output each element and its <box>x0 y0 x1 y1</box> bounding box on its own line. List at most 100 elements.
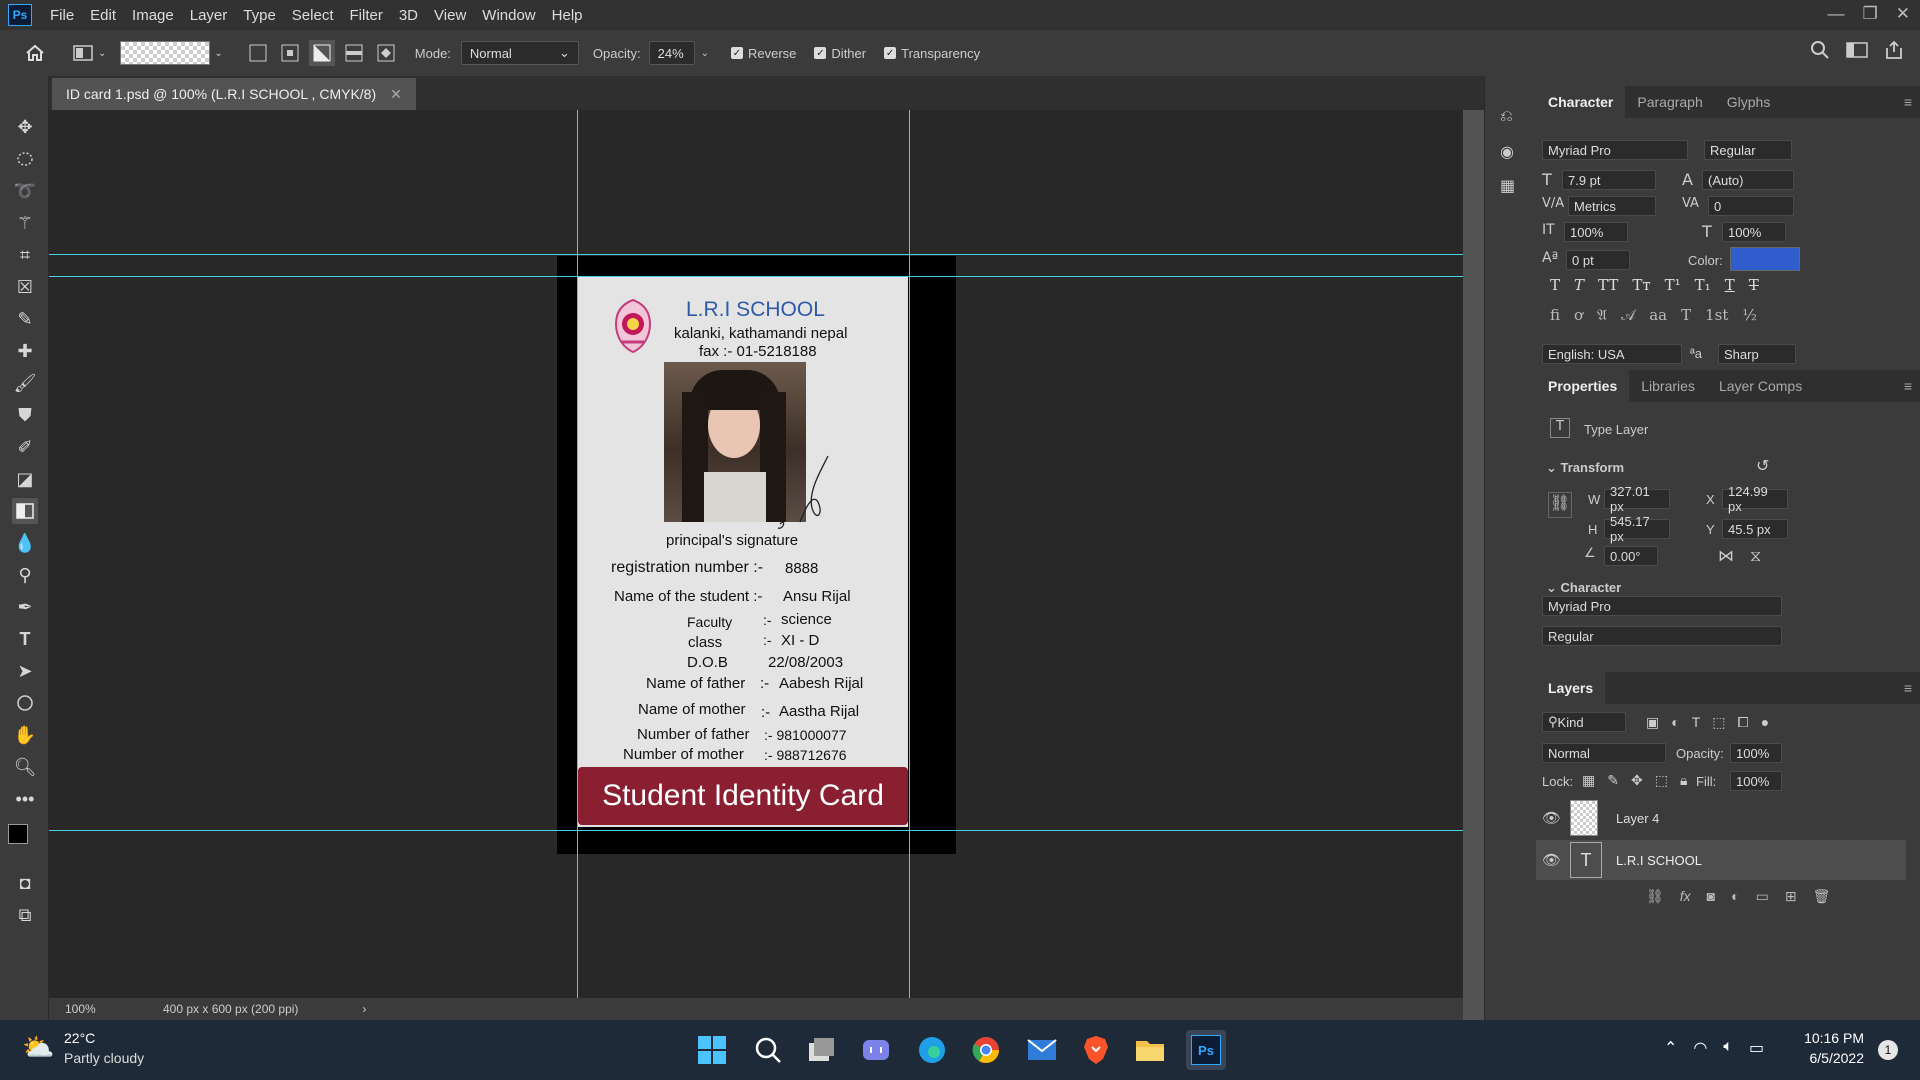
magic-wand-icon[interactable]: ⚚ <box>12 210 38 236</box>
history-icon[interactable]: ⎌ <box>1500 106 1513 126</box>
weather-icon[interactable]: ⛅ <box>22 1032 54 1063</box>
tab-layer-comps[interactable]: Layer Comps <box>1707 370 1814 402</box>
angle-gradient-icon[interactable] <box>308 40 335 66</box>
x-input[interactable]: 124.99 px <box>1722 484 1788 514</box>
antialias-select[interactable]: Sharp <box>1718 344 1796 364</box>
brush-tool-icon[interactable]: 🖌 <box>12 370 38 396</box>
path-selection-icon[interactable]: ➤ <box>12 658 38 684</box>
teams-chat-icon[interactable] <box>856 1030 896 1070</box>
status-arrow-icon[interactable]: › <box>362 1002 366 1016</box>
chevron-down-icon[interactable]: ⌄ <box>214 48 222 59</box>
properties-font-family-select[interactable]: Myriad Pro <box>1542 596 1782 616</box>
type-tool-icon[interactable]: T <box>12 626 38 652</box>
titling-icon[interactable]: aa <box>1649 306 1667 324</box>
all-caps-icon[interactable]: TT <box>1598 276 1618 294</box>
width-input[interactable]: 327.01 px <box>1604 484 1670 514</box>
menu-file[interactable]: File <box>42 7 82 24</box>
brave-browser-icon[interactable] <box>1076 1030 1116 1070</box>
more-tools-icon[interactable]: ••• <box>12 786 38 812</box>
swatches-grid-icon[interactable]: ▦ <box>1500 176 1515 195</box>
new-group-icon[interactable]: ▭ <box>1756 888 1769 905</box>
layer-row-selected[interactable]: 👁︎ T L.R.I SCHOOL <box>1536 840 1906 880</box>
weather-status[interactable]: Partly cloudy <box>64 1050 144 1066</box>
tab-glyphs[interactable]: Glyphs <box>1715 86 1783 118</box>
menu-select[interactable]: Select <box>284 7 342 24</box>
font-style-select[interactable]: Regular <box>1704 140 1792 160</box>
menu-type[interactable]: Type <box>235 7 284 24</box>
filter-smart-object-icon[interactable]: ⧠ <box>1738 714 1749 731</box>
menu-edit[interactable]: Edit <box>82 7 124 24</box>
share-icon[interactable] <box>1884 40 1904 60</box>
file-explorer-icon[interactable] <box>1130 1030 1170 1070</box>
old-style-icon[interactable]: ơ <box>1574 306 1583 324</box>
search-icon[interactable] <box>748 1030 788 1070</box>
angle-input[interactable]: 0.00° <box>1604 546 1658 566</box>
chevron-up-icon[interactable]: ⌃ <box>1664 1038 1677 1058</box>
temperature[interactable]: 22°C <box>64 1030 95 1046</box>
language-select[interactable]: English: USA <box>1542 344 1682 364</box>
chevron-down-icon[interactable]: ⌄ <box>701 48 709 59</box>
transparency-checkbox[interactable]: ✓ Transparency <box>884 46 980 61</box>
history-brush-icon[interactable]: ✐ <box>12 434 38 460</box>
tab-character[interactable]: Character <box>1536 86 1626 118</box>
menu-image[interactable]: Image <box>124 7 182 24</box>
layer-opacity-input[interactable]: 100% <box>1730 743 1782 763</box>
flip-vertical-icon[interactable]: ⧖ <box>1750 546 1761 566</box>
baseline-shift-input[interactable]: 0 pt <box>1566 250 1630 270</box>
gradient-tool-preset-icon[interactable] <box>70 40 96 66</box>
tracking-select[interactable]: 0 <box>1708 196 1794 216</box>
horizontal-guide[interactable] <box>49 276 1463 277</box>
menu-help[interactable]: Help <box>544 7 591 24</box>
stamp-tool-icon[interactable]: ⛊ <box>12 402 38 428</box>
menu-filter[interactable]: Filter <box>342 7 391 24</box>
flip-horizontal-icon[interactable]: ⋈ <box>1718 546 1734 565</box>
text-color-swatch[interactable] <box>1730 247 1800 271</box>
faux-bold-icon[interactable]: T <box>1550 276 1560 294</box>
close-tab-icon[interactable]: ✕ <box>390 86 402 103</box>
superscript-icon[interactable]: T¹ <box>1665 276 1681 294</box>
dodge-tool-icon[interactable]: ⚲ <box>12 562 38 588</box>
menu-3d[interactable]: 3D <box>391 7 426 24</box>
stylistic-alternates-icon[interactable]: 𝒜 <box>1621 306 1635 324</box>
tab-paragraph[interactable]: Paragraph <box>1625 86 1714 118</box>
photoshop-taskbar-icon[interactable]: Ps <box>1186 1030 1226 1070</box>
notification-badge[interactable]: 1 <box>1878 1040 1898 1060</box>
edge-browser-icon[interactable] <box>912 1030 952 1070</box>
dither-checkbox[interactable]: ✓ Dither <box>814 46 866 61</box>
restore-button[interactable]: ❐ <box>1863 4 1878 24</box>
link-icon[interactable]: ⛓ <box>1548 492 1572 518</box>
home-icon[interactable] <box>22 40 48 66</box>
diamond-gradient-icon[interactable] <box>373 40 399 66</box>
zoom-level[interactable]: 100% <box>65 1002 155 1016</box>
blur-tool-icon[interactable]: 💧 <box>12 530 38 556</box>
reverse-checkbox[interactable]: ✓ Reverse <box>731 46 796 61</box>
eraser-tool-icon[interactable]: ◪ <box>12 466 38 492</box>
tab-layers[interactable]: Layers <box>1536 672 1606 704</box>
lock-position-icon[interactable]: ✥ <box>1631 772 1643 789</box>
font-family-select[interactable]: Myriad Pro <box>1542 140 1688 160</box>
filter-adjustment-icon[interactable]: ◐ <box>1671 714 1679 731</box>
filter-type-icon[interactable]: T <box>1692 714 1701 731</box>
properties-font-style-select[interactable]: Regular <box>1542 626 1782 646</box>
vertical-guide[interactable] <box>909 110 910 998</box>
opacity-input[interactable]: 24% <box>648 41 695 65</box>
screen-mode-icon[interactable]: ⧉ <box>12 902 38 928</box>
gradient-picker[interactable] <box>120 41 211 65</box>
battery-icon[interactable]: ▭ <box>1749 1038 1764 1058</box>
small-caps-icon[interactable]: Tт <box>1632 276 1650 294</box>
mode-select[interactable]: Normal ⌄ <box>460 41 579 65</box>
menu-window[interactable]: Window <box>474 7 543 24</box>
crop-tool-icon[interactable]: ⌗ <box>12 242 38 268</box>
wifi-icon[interactable]: ◠ <box>1693 1038 1707 1058</box>
horizontal-guide[interactable] <box>49 254 1463 255</box>
eye-icon[interactable]: 👁︎ <box>1542 809 1570 827</box>
strikethrough-icon[interactable]: T <box>1749 276 1759 294</box>
panel-menu-icon[interactable]: ≡ <box>1904 680 1912 696</box>
document-tab[interactable]: ID card 1.psd @ 100% (L.R.I SCHOOL , CMY… <box>52 78 416 110</box>
foreground-color-swatch[interactable] <box>8 824 28 844</box>
quick-mask-icon[interactable]: ◘ <box>12 870 38 896</box>
add-mask-icon[interactable]: ◙ <box>1707 888 1715 905</box>
chevron-down-icon[interactable]: ⌄ <box>98 48 106 59</box>
adjustment-layer-icon[interactable]: ◐ <box>1731 888 1739 905</box>
clock-time[interactable]: 10:16 PM <box>1804 1030 1864 1046</box>
